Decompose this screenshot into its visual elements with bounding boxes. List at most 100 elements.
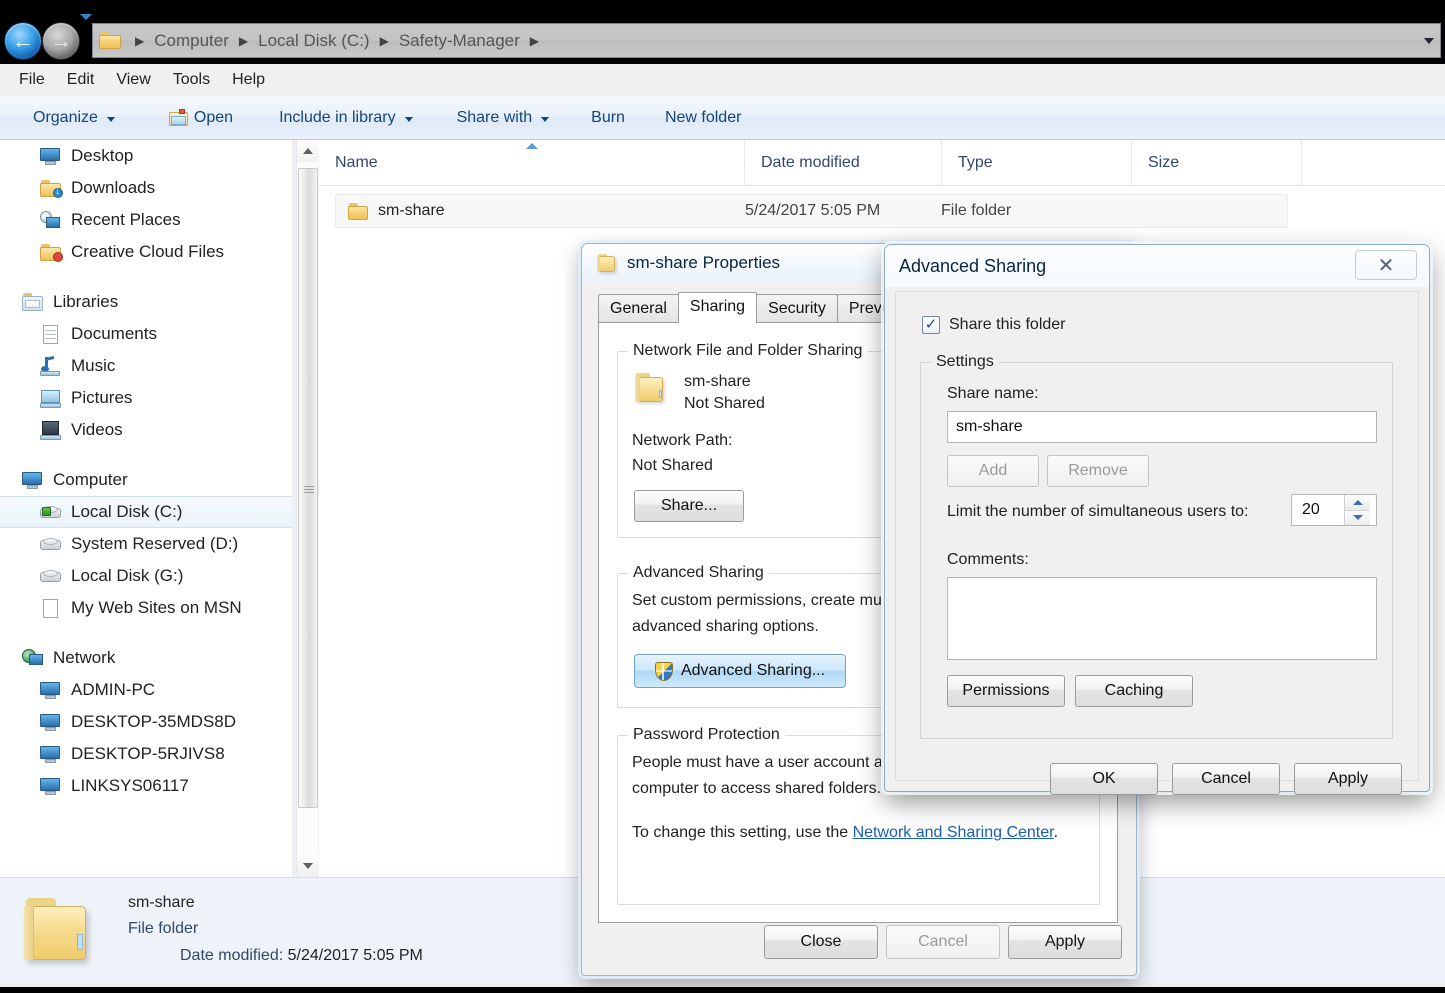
sidebar-item-linksys06117[interactable]: LINKSYS06117 — [0, 770, 292, 802]
breadcrumb-separator-icon: ▶ — [529, 33, 539, 48]
videos-icon — [40, 420, 62, 440]
advanced-sharing-title-bar: Advanced Sharing ✕ — [885, 245, 1429, 287]
stepper-buttons[interactable] — [1344, 495, 1370, 525]
cancel-button: Cancel — [886, 925, 1000, 959]
network-path-label: Network Path: — [632, 432, 733, 449]
comments-textarea[interactable] — [947, 577, 1377, 660]
include-in-library-button[interactable]: Include in library — [268, 105, 424, 131]
new-folder-button[interactable]: New folder — [654, 105, 752, 131]
sidebar-item-recent-places[interactable]: Recent Places — [0, 204, 292, 236]
sidebar-item-pictures[interactable]: Pictures — [0, 382, 292, 414]
network-and-sharing-center-link[interactable]: Network and Sharing Center — [853, 824, 1054, 841]
sidebar-item-documents[interactable]: Documents — [0, 318, 292, 350]
share-this-folder-row[interactable]: ✓ Share this folder — [922, 316, 1066, 334]
share-with-button[interactable]: Share with — [446, 105, 561, 131]
forward-button[interactable]: → — [42, 22, 80, 60]
scrollbar-thumb[interactable] — [298, 168, 318, 808]
folder-icon-large — [22, 896, 102, 964]
back-button[interactable]: ← — [4, 22, 42, 60]
open-button[interactable]: Open — [158, 105, 244, 131]
sidebar-item-label: Libraries — [53, 292, 119, 311]
recent-pages-chevron-down-icon[interactable] — [80, 14, 92, 20]
sidebar-item-desktop-35mds8d[interactable]: DESKTOP-35MDS8D — [0, 706, 292, 738]
caching-button[interactable]: Caching — [1075, 675, 1193, 707]
sidebar-item-my-web-sites-on-msn[interactable]: My Web Sites on MSN — [0, 592, 292, 624]
details-date-label: Date modified: — [180, 946, 284, 964]
column-header-date-modified[interactable]: Date modified — [745, 139, 942, 186]
disk-icon — [40, 567, 62, 586]
tab-general[interactable]: General — [598, 294, 679, 323]
details-type: File folder — [128, 920, 199, 938]
sidebar-item-label: Documents — [71, 324, 157, 343]
sidebar-item-desktop[interactable]: Desktop — [0, 140, 292, 172]
address-bar[interactable]: ▶ Computer ▶ Local Disk (C:) ▶ Safety-Ma… — [92, 23, 1441, 58]
close-icon[interactable]: ✕ — [1355, 250, 1417, 280]
table-row[interactable]: sm-share 5/24/2017 5:05 PM File folder — [335, 194, 1288, 228]
computer-icon — [40, 745, 62, 764]
documents-icon — [40, 324, 62, 344]
tab-sharing[interactable]: Sharing — [677, 292, 758, 323]
menu-help[interactable]: Help — [221, 69, 276, 91]
sidebar-item-admin-pc[interactable]: ADMIN-PC — [0, 674, 292, 706]
stepper-increment-button[interactable] — [1345, 495, 1370, 510]
burn-button[interactable]: Burn — [580, 105, 636, 131]
tab-security[interactable]: Security — [756, 294, 838, 323]
sidebar-item-libraries[interactable]: Libraries — [0, 286, 292, 318]
sidebar-item-downloads[interactable]: Downloads — [0, 172, 292, 204]
column-header-size[interactable]: Size — [1132, 139, 1302, 186]
group-label: Settings — [931, 353, 999, 371]
folder-icon — [99, 32, 121, 49]
breadcrumb-item-0[interactable]: Computer — [152, 31, 231, 51]
breadcrumb-item-2[interactable]: Safety-Manager — [397, 31, 522, 51]
sidebar-item-creative-cloud-files[interactable]: Creative Cloud Files — [0, 236, 292, 268]
sidebar-item-local-disk-g[interactable]: Local Disk (G:) — [0, 560, 292, 592]
ok-button[interactable]: OK — [1050, 763, 1158, 795]
share-this-folder-checkbox[interactable]: ✓ — [922, 316, 940, 334]
advanced-sharing-title: Advanced Sharing — [899, 255, 1047, 276]
column-header-type[interactable]: Type — [942, 139, 1132, 186]
stepper-decrement-button[interactable] — [1345, 509, 1370, 525]
scroll-down-button[interactable] — [297, 855, 319, 877]
sidebar-item-computer[interactable]: Computer — [0, 464, 292, 496]
sidebar-item-local-disk-c[interactable]: Local Disk (C:) — [0, 496, 292, 528]
menu-view[interactable]: View — [105, 69, 161, 91]
group-label: Advanced Sharing — [628, 564, 769, 582]
sidebar-item-network[interactable]: Network — [0, 642, 292, 674]
cancel-button[interactable]: Cancel — [1172, 763, 1280, 795]
sidebar-item-system-reserved-d[interactable]: System Reserved (D:) — [0, 528, 292, 560]
local-disk-icon — [40, 503, 62, 522]
sidebar-item-label: Desktop — [71, 146, 134, 165]
limit-simultaneous-users-stepper[interactable]: 20 — [1291, 494, 1377, 526]
menu-file[interactable]: File — [8, 69, 56, 91]
menu-edit[interactable]: Edit — [56, 69, 106, 91]
disk-icon — [40, 535, 62, 554]
advanced-sharing-button[interactable]: Advanced Sharing... — [634, 654, 846, 688]
scroll-up-button[interactable] — [297, 140, 319, 162]
close-button[interactable]: Close — [764, 925, 878, 959]
sidebar-item-label: Pictures — [71, 388, 133, 407]
address-dropdown-icon[interactable] — [1424, 37, 1434, 44]
sidebar-item-music[interactable]: Music — [0, 350, 292, 382]
apply-button[interactable]: Apply — [1294, 763, 1402, 795]
share-name-input[interactable]: sm-share — [947, 411, 1377, 443]
column-header-name[interactable]: Name — [319, 139, 745, 186]
permissions-button[interactable]: Permissions — [947, 675, 1065, 707]
music-icon — [40, 355, 62, 376]
chevron-down-icon — [404, 116, 413, 122]
organize-button[interactable]: Organize — [22, 105, 126, 131]
column-label: Type — [958, 153, 993, 171]
share-name-label: Share name: — [947, 385, 1039, 402]
menu-tools[interactable]: Tools — [162, 69, 221, 91]
password-protection-line3-prefix: To change this setting, use the — [632, 824, 853, 841]
sidebar-item-label: My Web Sites on MSN — [71, 598, 242, 617]
sidebar-item-videos[interactable]: Videos — [0, 414, 292, 446]
apply-button[interactable]: Apply — [1008, 925, 1122, 959]
password-protection-line3: To change this setting, use the Network … — [632, 824, 1058, 842]
sort-ascending-icon — [525, 142, 538, 149]
share-this-folder-label: Share this folder — [949, 316, 1066, 333]
share-button[interactable]: Share... — [634, 490, 744, 522]
breadcrumb-item-1[interactable]: Local Disk (C:) — [256, 31, 371, 51]
navigation-pane-scrollbar[interactable] — [296, 140, 319, 877]
sidebar-item-desktop-5rjivs8[interactable]: DESKTOP-5RJIVS8 — [0, 738, 292, 770]
